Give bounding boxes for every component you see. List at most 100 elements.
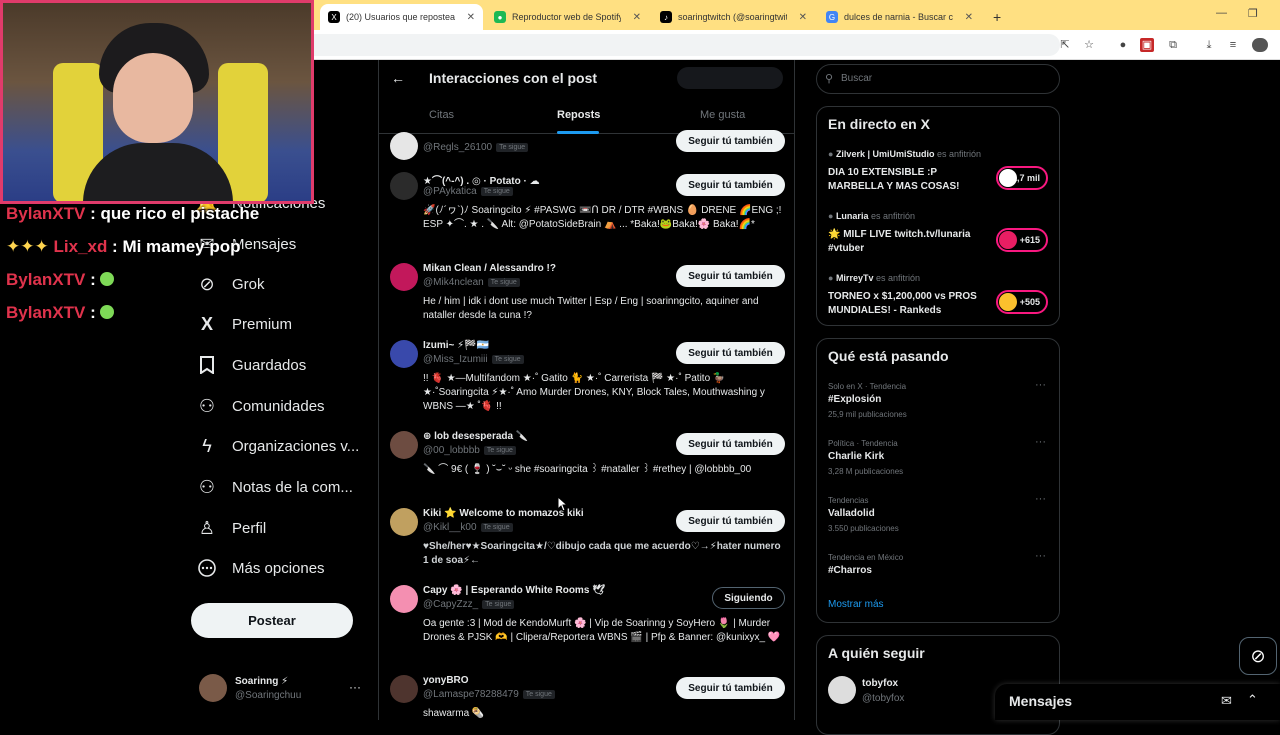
list-item[interactable]: @Regls_26100 Te sigue Seguir tú también: [379, 130, 794, 160]
following-button[interactable]: Siguiendo: [712, 587, 785, 609]
trend-meta: Tendencias: [828, 496, 869, 505]
grok-fab-icon[interactable]: ⊘: [1239, 637, 1277, 675]
trend-meta: Solo en X · Tendencia: [828, 382, 907, 391]
back-arrow-icon[interactable]: ←: [391, 70, 405, 86]
follow-button[interactable]: Seguir tú también: [676, 433, 785, 455]
trend-more-icon[interactable]: ···: [1035, 436, 1046, 448]
trend-name[interactable]: Charlie Kirk: [828, 451, 884, 462]
live-title[interactable]: 🌟 MILF LIVE twitch.tv/lunaria #vtuber: [828, 228, 988, 256]
list-item[interactable]: Mikan Clean / Alessandro !? @Mik4nclean T…: [379, 263, 794, 329]
maximize-icon[interactable]: ❐: [1248, 7, 1258, 20]
close-tab-icon[interactable]: ✕: [633, 12, 641, 23]
trend-more-icon[interactable]: ···: [1035, 379, 1046, 391]
sidebar-item-label: Notas de la com...: [232, 478, 353, 496]
browser-tab-spotify[interactable]: ● Reproductor web de Spotify: m ✕: [486, 4, 649, 30]
cast-icon[interactable]: ⇱: [1058, 38, 1072, 52]
new-tab-icon[interactable]: +: [985, 4, 1005, 30]
chat-message: BylanXTV :: [6, 270, 115, 290]
list-item[interactable]: yonyBRO @Lamaspe78288479 Te sigue Seguir …: [379, 675, 794, 720]
user-bio: 🔪 ⌒ 9€ ( 🍷 ) ˘⌣˘ ᵕ she #soaringcita ꒱ #n…: [423, 464, 752, 475]
expand-icon[interactable]: ⌃: [1247, 692, 1258, 708]
browser-tab-reposts[interactable]: X (20) Usuarios que repostearon ✕: [320, 4, 483, 30]
webcam-face: [113, 53, 193, 143]
list-item[interactable]: Izumi~ ⚡🏁🇦🇷 @Miss_Izumiii Te sigue Seguir…: [379, 340, 794, 420]
sidebar-item-bookmarks[interactable]: Guardados: [196, 350, 306, 380]
download-icon[interactable]: ⤓: [1202, 38, 1216, 52]
trend-more-icon[interactable]: ···: [1035, 493, 1046, 505]
live-title[interactable]: DIA 10 EXTENSIBLE :P MARBELLA Y MAS COSA…: [828, 166, 988, 194]
follows-you-badge: Te sigue: [480, 187, 513, 196]
extension-red-icon[interactable]: ▣: [1140, 38, 1154, 52]
handle-text: @Lamaspe78288479: [423, 689, 519, 700]
handle-text: @Mik4nclean: [423, 277, 484, 288]
list-item[interactable]: ★⌒(^-^) . ◎ · Potato · ☁ @PAykatica Te si…: [379, 172, 794, 252]
browser-tab-google[interactable]: G dulces de narnia - Buscar con G ✕: [818, 4, 981, 30]
follow-button[interactable]: Seguir tú también: [676, 342, 785, 364]
close-tab-icon[interactable]: ✕: [467, 12, 475, 23]
sidebar-item-organizations[interactable]: ϟ Organizaciones v...: [196, 431, 359, 461]
minimize-icon[interactable]: —: [1216, 7, 1227, 19]
trend-name[interactable]: #Explosión: [828, 394, 881, 405]
list-item[interactable]: ⊕ lob desesperada 🔪 @00_lobbbb Te sigue S…: [379, 431, 794, 497]
avatar: [828, 676, 856, 704]
tab-me-gusta[interactable]: Me gusta: [700, 109, 745, 121]
live-title[interactable]: TORNEO x $1,200,000 vs PROS MUNDIALES! -…: [828, 290, 988, 318]
user-name: Mikan Clean / Alessandro !?: [423, 263, 556, 274]
live-host: ● Zilverk | UmiUmiStudio es anfitrión: [828, 149, 982, 159]
avatar: [390, 172, 418, 200]
list-item[interactable]: Capy 🌸 | Esperando White Rooms 🕊 @CapyZz…: [379, 585, 794, 665]
search-input[interactable]: ⚲ Buscar: [816, 64, 1060, 94]
x-favicon-icon: X: [328, 11, 340, 23]
follow-button[interactable]: Seguir tú también: [676, 510, 785, 532]
extension-icon[interactable]: ●: [1116, 38, 1130, 52]
trends-card: Qué está pasando Solo en X · Tendencia #…: [816, 338, 1060, 623]
tab-reposts[interactable]: Reposts: [557, 109, 600, 121]
browser-tab-tiktok[interactable]: ♪ soaringtwitch (@soaringtwitc ✕: [652, 4, 815, 30]
profile-avatar[interactable]: [1252, 38, 1268, 52]
live-listeners-badge[interactable]: +615: [996, 228, 1048, 252]
list-item[interactable]: Kiki ⭐ Welcome to momazos kiki @Kikl__k0…: [379, 508, 794, 574]
media-icon[interactable]: ≡: [1226, 38, 1240, 52]
tab-title: (20) Usuarios que repostearon: [346, 12, 455, 22]
chat-message: BylanXTV : que rico el pistache: [6, 204, 260, 223]
spotify-favicon-icon: ●: [494, 11, 506, 23]
sidebar-item-more[interactable]: Más opciones: [196, 553, 325, 583]
follow-button[interactable]: Seguir tú también: [676, 130, 785, 152]
host-suffix: es anfitrión: [875, 273, 921, 283]
tab-title: soaringtwitch (@soaringtwitc: [678, 12, 787, 22]
post-button[interactable]: Postear: [191, 603, 353, 638]
follow-button[interactable]: Seguir tú también: [676, 677, 785, 699]
sidebar-item-premium[interactable]: X Premium: [196, 309, 292, 339]
trend-more-icon[interactable]: ···: [1035, 550, 1046, 562]
suggested-user-name[interactable]: tobyfox: [862, 678, 898, 689]
follows-you-badge: Te sigue: [491, 355, 524, 364]
sidebar-item-communities[interactable]: ⚇ Comunidades: [196, 391, 325, 421]
trend-name[interactable]: Valladolid: [828, 508, 875, 519]
address-bar[interactable]: ets: [300, 34, 1060, 56]
sidebar-item-label: Premium: [232, 315, 293, 333]
tab-title: Reproductor web de Spotify: m: [512, 12, 621, 22]
close-tab-icon[interactable]: ✕: [799, 12, 807, 23]
user-name: Capy 🌸 | Esperando White Rooms 🕊: [423, 585, 605, 596]
puzzle-icon[interactable]: ⧉: [1166, 38, 1180, 52]
account-more-icon[interactable]: ···: [349, 680, 361, 694]
chat-message: BylanXTV :: [6, 303, 115, 323]
new-message-icon[interactable]: ✉: [1221, 693, 1232, 709]
user-bio: ♥She/her♥★Soaringcita★/♡dibujo cada que …: [423, 541, 781, 566]
star-icon[interactable]: ☆: [1082, 38, 1096, 52]
live-listeners-badge[interactable]: +1,7 mil: [996, 166, 1048, 190]
user-handle: @00_lobbbb Te sigue: [423, 445, 516, 456]
close-tab-icon[interactable]: ✕: [965, 12, 973, 23]
follow-button[interactable]: Seguir tú también: [676, 174, 785, 196]
sidebar-item-community-notes[interactable]: ⚇ Notas de la com...: [196, 472, 353, 502]
live-listeners-badge[interactable]: +505: [996, 290, 1048, 314]
messages-drawer[interactable]: Mensajes ✉ ⌃: [995, 684, 1280, 720]
show-more-link[interactable]: Mostrar más: [828, 599, 884, 610]
sidebar-item-grok[interactable]: ⊘ Grok: [196, 269, 264, 299]
sidebar-item-profile[interactable]: ♙ Perfil: [196, 513, 266, 543]
account-switcher[interactable]: Soarinng ⚡ @Soaringchuu ···: [199, 674, 369, 706]
trend-name[interactable]: #Charros: [828, 565, 872, 576]
tab-citas[interactable]: Citas: [429, 109, 454, 121]
follow-button[interactable]: Seguir tú también: [676, 265, 785, 287]
sidebar-item-label: Comunidades: [232, 397, 325, 415]
